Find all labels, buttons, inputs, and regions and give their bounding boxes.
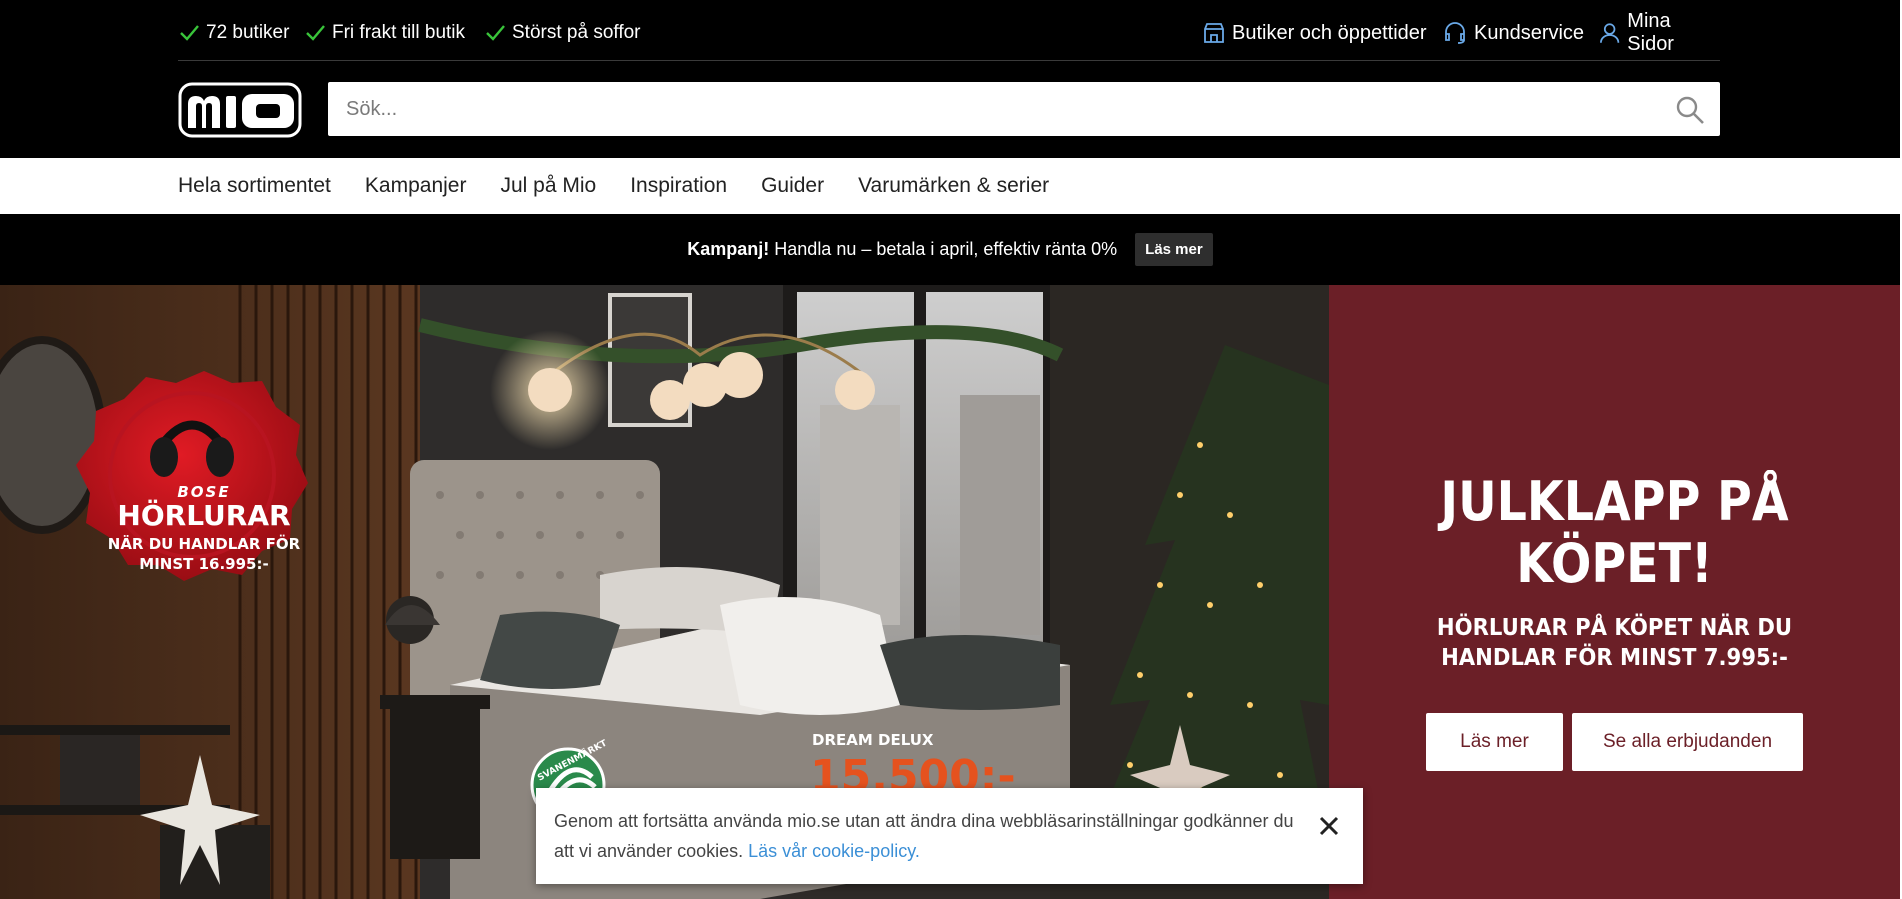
search-bar bbox=[328, 82, 1720, 136]
search-icon[interactable] bbox=[1674, 94, 1706, 126]
nav-item-guider[interactable]: Guider bbox=[761, 174, 824, 198]
usp-item-shipping: Fri frakt till butik bbox=[304, 22, 465, 44]
nav-item-inspiration[interactable]: Inspiration bbox=[630, 174, 727, 198]
cookie-banner: Genom att fortsätta använda mio.se utan … bbox=[536, 788, 1363, 884]
page: 72 butiker Fri frakt till butik Störst p… bbox=[0, 0, 1902, 899]
hero-title-line2: KÖPET! bbox=[1516, 532, 1713, 595]
hero-panel: JULKLAPP PÅ KÖPET! HÖRLURAR PÅ KÖPET NÄR… bbox=[1329, 285, 1900, 899]
check-icon bbox=[180, 25, 199, 41]
cookie-message: Genom att fortsätta använda mio.se utan … bbox=[554, 811, 1294, 861]
promo-bar: Kampanj! Handla nu – betala i april, eff… bbox=[0, 214, 1900, 285]
stores-link-label: Butiker och öppettider bbox=[1232, 21, 1427, 44]
seal-line2: MINST 16.995:- bbox=[139, 555, 269, 573]
cookie-policy-link[interactable]: Läs vår cookie-policy. bbox=[748, 841, 920, 861]
account-link-label: Mina Sidor bbox=[1627, 10, 1674, 55]
nav-item-kampanjer[interactable]: Kampanjer bbox=[365, 174, 467, 198]
usp-label: 72 butiker bbox=[206, 22, 290, 43]
stores-link[interactable]: Butiker och öppettider bbox=[1202, 20, 1427, 46]
nav-item-sortiment[interactable]: Hela sortimentet bbox=[178, 174, 331, 198]
hero-all-offers-button[interactable]: Se alla erbjudanden bbox=[1572, 713, 1803, 771]
gift-seal-text: BOSE HÖRLURAR NÄR DU HANDLAR FÖR MINST 1… bbox=[58, 371, 350, 663]
nav-item-varumarken[interactable]: Varumärken & serier bbox=[858, 174, 1049, 198]
promo-label: Kampanj! bbox=[687, 239, 770, 259]
check-icon bbox=[306, 25, 325, 41]
store-icon bbox=[1204, 23, 1224, 43]
user-icon bbox=[1600, 23, 1620, 43]
check-icon bbox=[486, 25, 505, 41]
nav-item-jul[interactable]: Jul på Mio bbox=[500, 174, 596, 198]
search-input[interactable] bbox=[346, 82, 1646, 136]
account-link[interactable]: Mina Sidor bbox=[1598, 10, 1720, 55]
usp-label: Fri frakt till butik bbox=[332, 22, 466, 43]
promo-read-more-button[interactable]: Läs mer bbox=[1135, 233, 1213, 266]
hero-read-more-button[interactable]: Läs mer bbox=[1426, 713, 1563, 771]
cookie-text: Genom att fortsätta använda mio.se utan … bbox=[554, 806, 1294, 866]
close-icon[interactable] bbox=[1313, 810, 1345, 842]
usp-item-sofas: Störst på soffor bbox=[484, 22, 641, 44]
product-name: DREAM DELUX bbox=[812, 731, 934, 749]
site-header: 72 butiker Fri frakt till butik Störst p… bbox=[0, 0, 1900, 158]
promo-text: Handla nu – betala i april, effektiv rän… bbox=[774, 239, 1118, 259]
support-link-label: Kundservice bbox=[1474, 21, 1585, 44]
usp-item-stores: 72 butiker bbox=[178, 22, 289, 44]
top-bar: 72 butiker Fri frakt till butik Störst p… bbox=[178, 10, 1720, 61]
seal-line1: NÄR DU HANDLAR FÖR bbox=[107, 535, 301, 553]
support-link[interactable]: Kundservice bbox=[1442, 20, 1584, 46]
headset-icon bbox=[1445, 22, 1465, 44]
mio-logo[interactable] bbox=[178, 82, 302, 138]
seal-title: HÖRLURAR bbox=[117, 499, 291, 532]
usp-label: Störst på soffor bbox=[512, 22, 641, 43]
hero-title: JULKLAPP PÅ KÖPET! bbox=[1363, 471, 1865, 595]
main-nav: Hela sortimentet Kampanjer Jul på Mio In… bbox=[0, 158, 1900, 215]
hero-title-line1: JULKLAPP PÅ bbox=[1440, 470, 1789, 533]
hero-subtitle: HÖRLURAR PÅ KÖPET NÄR DU HANDLAR FÖR MIN… bbox=[1436, 615, 1793, 671]
